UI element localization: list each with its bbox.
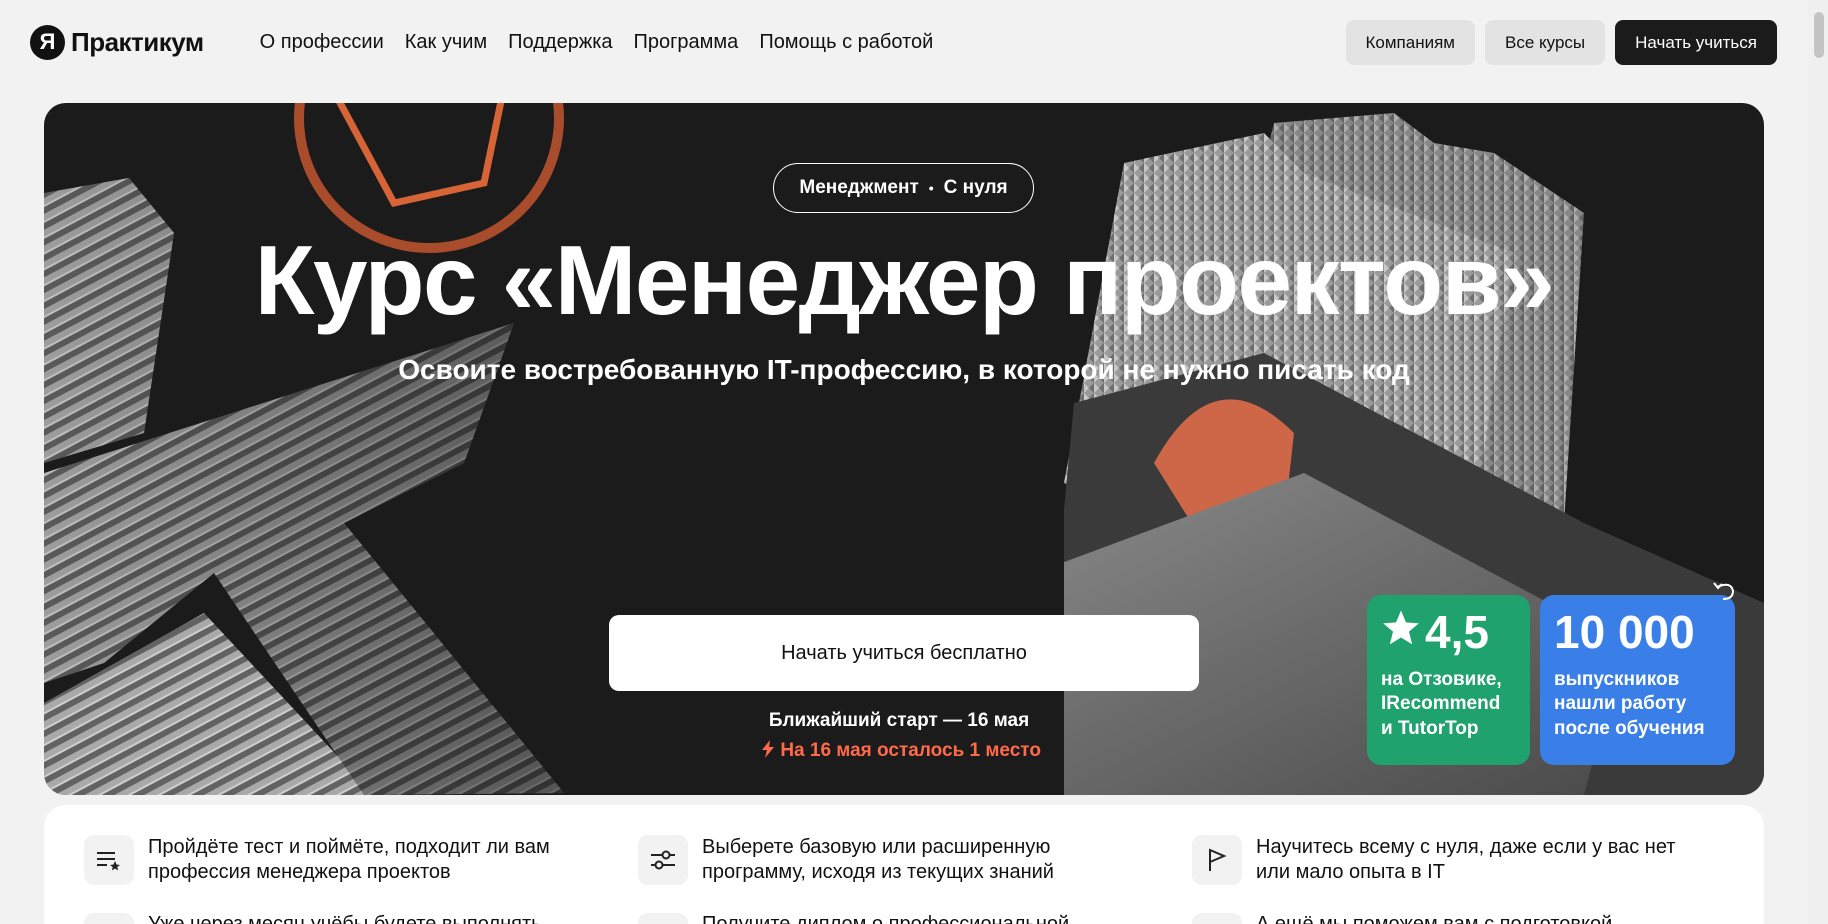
- main-nav: О профессии Как учим Поддержка Программа…: [260, 31, 934, 54]
- site-header: Я Практикум О профессии Как учим Поддерж…: [0, 0, 1808, 84]
- feature-text-line: Уже через месяц учёбы будете выполнять: [148, 913, 542, 924]
- hero-banner: Менеджмент • С нуля Курс «Менеджер проек…: [44, 103, 1764, 795]
- feature-item: Выберете базовую или расширенную програм…: [638, 835, 1054, 885]
- feature-text-line: или мало опыта в IT: [1256, 861, 1445, 883]
- features-panel: Пройдёте тест и поймёте, подходит ли вам…: [44, 805, 1764, 924]
- nav-about[interactable]: О профессии: [260, 31, 384, 54]
- feature-text-line: профессия менеджера проектов: [148, 861, 451, 883]
- rating-text-line: на Отзовике,: [1381, 668, 1502, 690]
- tag-level: С нуля: [943, 177, 1008, 198]
- nav-how-we-teach[interactable]: Как учим: [405, 31, 487, 54]
- star-icon: [1381, 607, 1421, 658]
- graduates-badge: 10 000 выпускников нашли работу после об…: [1540, 595, 1735, 765]
- tag-category: Менеджмент: [799, 177, 919, 198]
- feature-icon: [638, 913, 688, 924]
- logo[interactable]: Я Практикум: [30, 24, 204, 60]
- graduates-text-line: выпускников: [1554, 668, 1680, 690]
- tag-separator: •: [928, 180, 934, 196]
- feature-text-line: Выберете базовую или расширенную: [702, 836, 1051, 858]
- start-learning-button[interactable]: Начать учиться: [1615, 20, 1777, 65]
- graduates-text-line: после обучения: [1554, 717, 1705, 739]
- nav-program[interactable]: Программа: [634, 31, 739, 54]
- feature-text-line: Пройдёте тест и поймёте, подходит ли вам: [148, 836, 550, 858]
- feature-icon: [84, 913, 134, 924]
- nav-support[interactable]: Поддержка: [508, 31, 612, 54]
- feature-text-line: программу, исходя из текущих знаний: [702, 861, 1054, 883]
- header-actions: Компаниям Все курсы Начать учиться: [1345, 20, 1777, 65]
- feature-icon: [1192, 913, 1242, 924]
- feature-text-line: Получите диплом о профессиональной: [702, 913, 1070, 924]
- rating-value: 4,5: [1425, 606, 1489, 658]
- feature-item: Уже через месяц учёбы будете выполнять: [84, 913, 542, 924]
- page-subtitle: Освоите востребованную IT-профессию, в к…: [398, 354, 1410, 385]
- list-star-icon: [84, 835, 134, 885]
- rating-text-line: и TutorTop: [1381, 717, 1479, 739]
- seats-left-text: На 16 мая осталось 1 место: [780, 740, 1041, 761]
- feature-item: Пройдёте тест и поймёте, подходит ли вам…: [84, 835, 550, 885]
- feature-item: А ещё мы поможем вам с подготовкой: [1192, 913, 1612, 924]
- sliders-icon: [638, 835, 688, 885]
- all-courses-button[interactable]: Все курсы: [1484, 20, 1606, 65]
- feature-item: Получите диплом о профессиональной: [638, 913, 1069, 924]
- logo-icon: Я: [30, 24, 65, 60]
- lightning-icon: [761, 740, 780, 761]
- rating-text-line: IRecommend: [1381, 693, 1501, 715]
- feature-text-line: А ещё мы поможем вам с подготовкой: [1256, 913, 1613, 924]
- nav-job-help[interactable]: Помощь с работой: [759, 31, 933, 54]
- graduates-text-line: нашли работу: [1554, 693, 1687, 715]
- feature-item: Научитесь всему с нуля, даже если у вас …: [1192, 835, 1675, 885]
- page-scrollbar[interactable]: [1808, 0, 1828, 924]
- scrollbar-thumb[interactable]: [1814, 12, 1824, 58]
- page-title: Курс «Менеджер проектов»: [254, 225, 1555, 335]
- flag-icon: [1192, 835, 1242, 885]
- logo-text: Практикум: [71, 26, 204, 57]
- start-free-button[interactable]: Начать учиться бесплатно: [609, 615, 1199, 691]
- course-tag: Менеджмент • С нуля: [773, 163, 1034, 213]
- rating-badge: 4,5 на Отзовике, IRecommend и TutorTop: [1367, 595, 1530, 765]
- companies-button[interactable]: Компаниям: [1345, 20, 1475, 65]
- rotate-icon[interactable]: [1711, 577, 1739, 605]
- graduates-value: 10 000: [1554, 606, 1695, 658]
- feature-text-line: Научитесь всему с нуля, даже если у вас …: [1256, 836, 1676, 858]
